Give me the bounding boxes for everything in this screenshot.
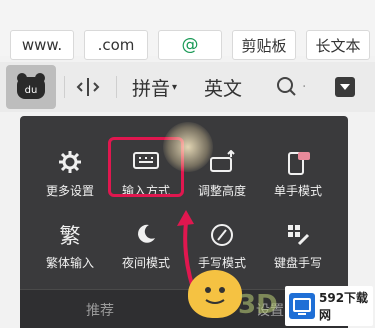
mascot-face-icon (205, 287, 225, 304)
watermark-brand: 3D (238, 290, 278, 320)
site-logo-icon (289, 293, 315, 319)
site-watermark: 592下载网 (285, 286, 373, 326)
watermark-label: 592下载网 (319, 291, 369, 322)
touch-indicator (163, 122, 213, 172)
mascot-character (188, 270, 242, 318)
